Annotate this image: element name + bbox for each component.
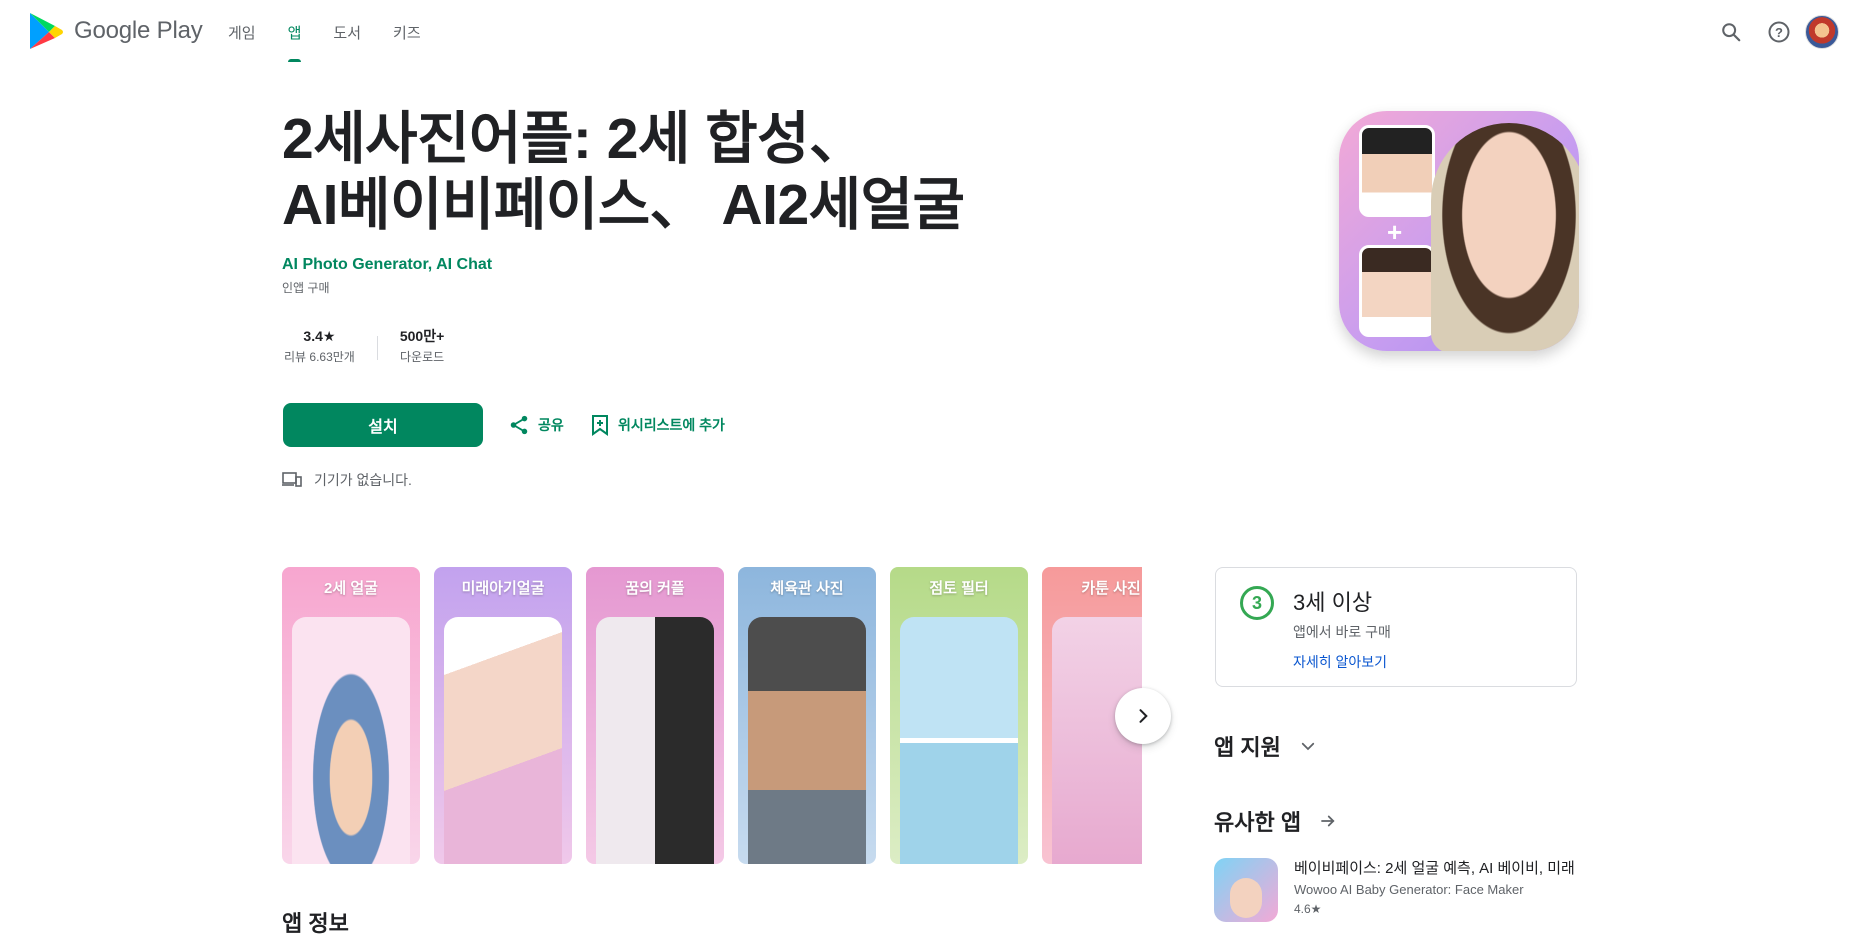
parent-face-male [1359,125,1435,217]
learn-more-link[interactable]: 자세히 알아보기 [1293,652,1387,672]
device-note: 기기가 없습니다. [314,472,412,488]
downloads-stat: 500만+ 다운로드 [398,326,446,367]
wishlist-button[interactable]: 위시리스트에 추가 [590,411,725,439]
wishlist-label: 위시리스트에 추가 [618,417,725,433]
help-button[interactable]: ? [1755,8,1803,56]
nav-apps[interactable]: 앱 [272,0,318,64]
similar-app-rating: 4.6★ [1294,902,1322,916]
arrow-forward-icon [1319,812,1337,830]
screenshot-carousel: 2세 얼굴 미래아기얼굴 꿈의 커플 체육관 사진 점토 필터 카툰 사진 [282,567,1142,864]
app-support-title: 앱 지원 [1214,735,1281,760]
plus-icon: + [1387,217,1403,247]
app-icon: + [1339,111,1579,351]
screenshot-image [900,617,1018,864]
nav-books[interactable]: 도서 [317,0,377,64]
age-rating-subtitle: 앱에서 바로 구매 [1293,624,1391,640]
share-button[interactable]: 공유 [508,411,564,439]
stat-divider [376,336,378,360]
devices-icon [282,472,302,487]
chevron-right-icon [1139,709,1148,723]
rating-stat[interactable]: 3.4★ 리뷰 6.63만개 [282,326,357,367]
content-rating-card: 3 3세 이상 앱에서 바로 구매 자세히 알아보기 [1215,567,1577,687]
screenshot-4[interactable]: 체육관 사진 [738,567,876,864]
screenshot-caption: 미래아기얼굴 [461,580,545,597]
play-logo-icon [30,13,63,49]
app-info-title: 앱 정보 [282,911,349,936]
baby-face-image [1431,123,1579,351]
google-play-logo[interactable]: Google Play [28,11,203,51]
share-label: 공유 [538,417,564,433]
carousel-next-button[interactable] [1115,688,1171,744]
help-icon: ? [1768,21,1790,43]
similar-apps-header[interactable]: 유사한 앱 [1214,805,1337,837]
nav-kids[interactable]: 키즈 [377,0,437,64]
rating-label: 리뷰 6.63만개 [284,350,355,364]
search-icon [1722,23,1741,42]
developer-link[interactable]: AI Photo Generator, AI Chat [282,256,492,274]
downloads-label: 다운로드 [399,350,445,364]
screenshot-1[interactable]: 2세 얼굴 [282,567,420,864]
top-app-bar: Google Play 게임 앱 도서 키즈 ? [0,0,1853,64]
similar-app-text: 베이비페이스: 2세 얼굴 예측, AI 베이비, 미래 Wowoo AI Ba… [1294,858,1575,920]
install-button[interactable]: 설치 [283,403,483,447]
app-title-line2: AI베이비페이스、 AI2세얼굴 [282,173,965,237]
age-rating-title: 3세 이상 [1293,590,1373,615]
chevron-down-icon [1299,737,1317,755]
screenshot-caption: 점토 필터 [929,580,989,597]
top-actions: ? [1707,8,1853,56]
search-button[interactable] [1707,8,1755,56]
screenshot-3[interactable]: 꿈의 커플 [586,567,724,864]
screenshot-image [292,617,410,864]
app-stats: 3.4★ 리뷰 6.63만개 500만+ 다운로드 [282,326,446,367]
similar-app-item[interactable]: 베이비페이스: 2세 얼굴 예측, AI 베이비, 미래 Wowoo AI Ba… [1214,858,1578,922]
app-info-heading[interactable]: 앱 정보 [282,906,349,938]
account-avatar[interactable] [1805,15,1839,49]
share-icon [510,415,528,435]
screenshot-5[interactable]: 점토 필터 [890,567,1028,864]
main-nav: 게임 앱 도서 키즈 [212,0,437,64]
brand-name: Google Play [74,17,203,44]
screenshot-caption: 꿈의 커플 [625,580,685,597]
app-title-line1: 2세사진어플: 2세 합성、 [282,107,866,171]
in-app-purchase-note: 인앱 구매 [282,281,330,295]
screenshot-2[interactable]: 미래아기얼굴 [434,567,572,864]
screenshot-caption: 체육관 사진 [770,580,844,597]
screenshot-image [444,617,562,864]
device-availability: 기기가 없습니다. [282,470,412,490]
rating-value: 3.4★ [303,328,336,344]
similar-app-developer: Wowoo AI Baby Generator: Face Maker [1294,882,1524,897]
app-support-header[interactable]: 앱 지원 [1214,730,1317,762]
nav-games[interactable]: 게임 [212,0,272,64]
screenshot-image [748,617,866,864]
app-title: 2세사진어플: 2세 합성、 AI베이비페이스、 AI2세얼굴 [282,106,1082,238]
similar-apps-title: 유사한 앱 [1214,810,1302,835]
similar-app-icon [1214,858,1278,922]
downloads-value: 500만+ [399,328,445,344]
screenshot-image [596,617,714,864]
screenshot-caption: 2세 얼굴 [324,580,378,597]
age-rating-badge: 3 [1240,586,1274,620]
similar-app-name: 베이비페이스: 2세 얼굴 예측, AI 베이비, 미래 [1294,860,1575,877]
svg-text:?: ? [1775,25,1783,40]
parent-face-female [1359,245,1435,337]
bookmark-add-icon [592,415,608,436]
screenshot-caption: 카툰 사진 [1081,580,1141,597]
